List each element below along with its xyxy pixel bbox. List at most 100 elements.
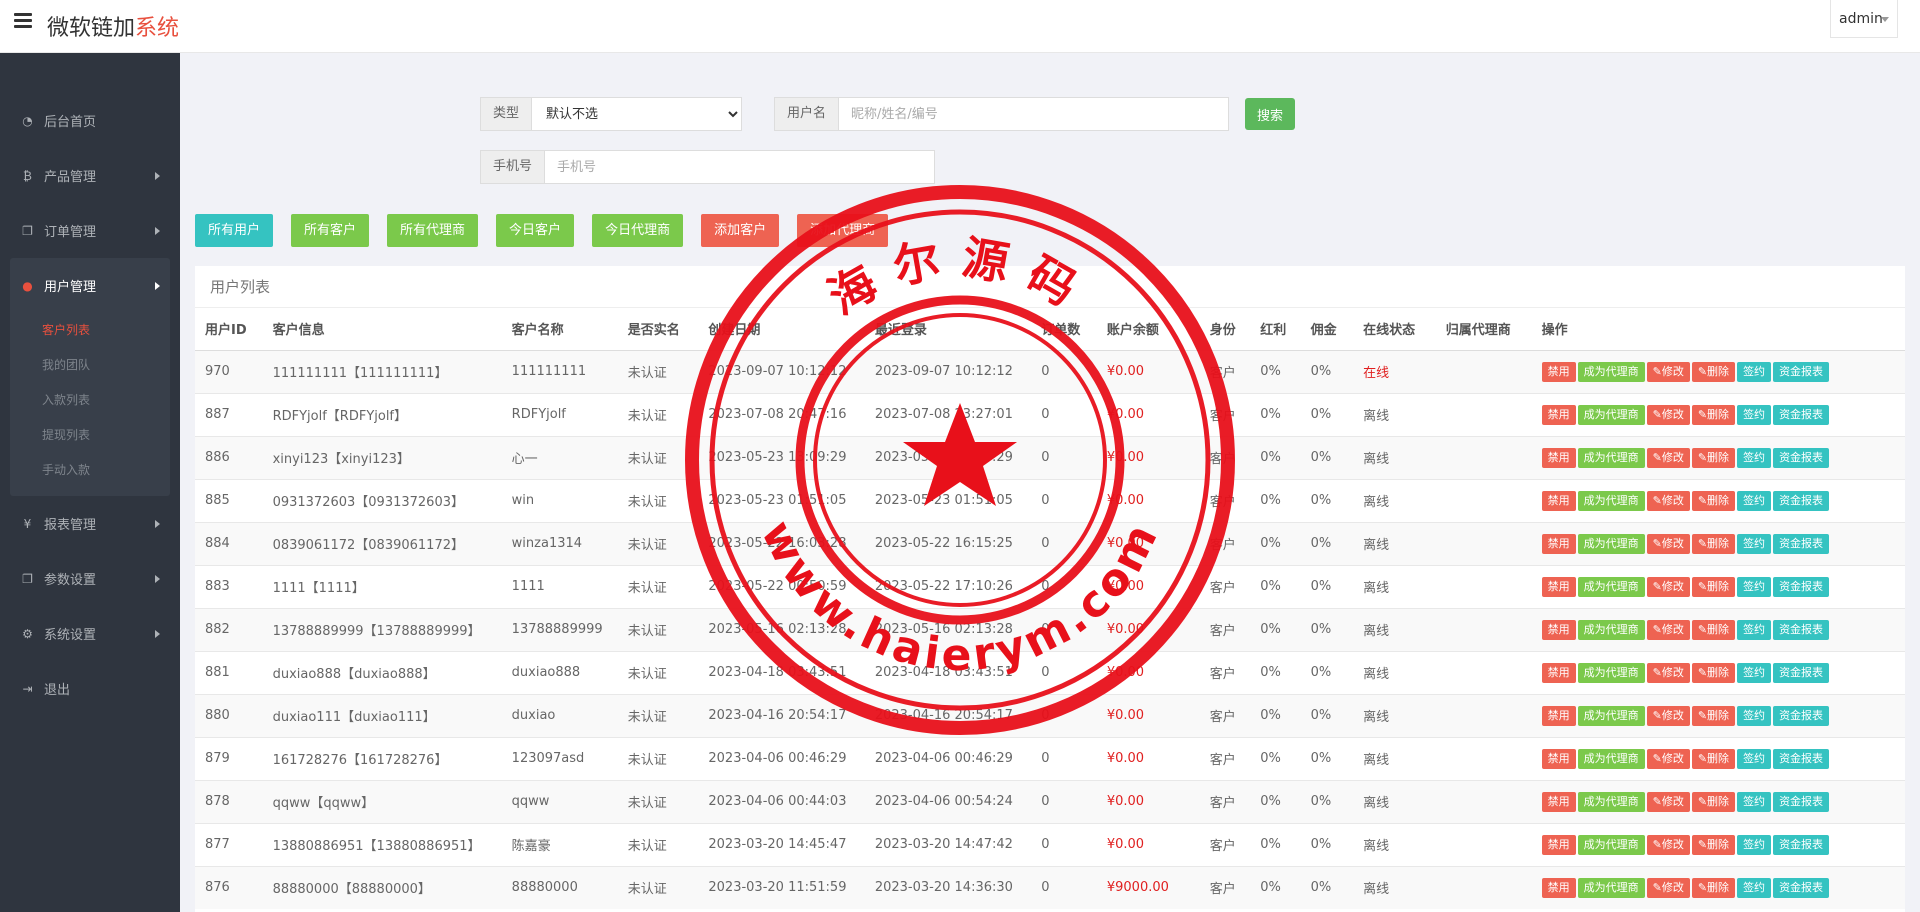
action-button[interactable]: ✎删除	[1691, 619, 1736, 640]
action-button[interactable]: ✎修改	[1646, 576, 1690, 597]
action-button[interactable]: ✎修改	[1646, 834, 1690, 855]
action-button[interactable]: 资金报表	[1773, 361, 1830, 382]
action-button[interactable]: 资金报表	[1773, 490, 1830, 511]
action-button[interactable]: 签约	[1737, 877, 1772, 898]
sidebar-item[interactable]: ❐ 参数设置	[0, 551, 180, 606]
filter-button[interactable]: 添加代理商	[797, 214, 889, 247]
action-button[interactable]: ✎修改	[1646, 705, 1690, 726]
action-button[interactable]: ✎删除	[1691, 404, 1736, 425]
sidebar-item[interactable]: ⇥ 退出	[0, 661, 180, 716]
sidebar-subitem[interactable]: 提现列表	[10, 418, 170, 453]
sidebar-item[interactable]: ● 用户管理	[10, 258, 170, 313]
action-button[interactable]: 签约	[1737, 533, 1772, 554]
action-button[interactable]: 成为代理商	[1577, 576, 1645, 597]
filter-button[interactable]: 今日代理商	[592, 214, 684, 247]
action-button[interactable]: 资金报表	[1773, 791, 1830, 812]
user-menu[interactable]: admin	[1830, 0, 1898, 38]
type-select[interactable]: 默认不选	[532, 98, 742, 130]
action-button[interactable]: 成为代理商	[1577, 834, 1645, 855]
action-button[interactable]: 成为代理商	[1577, 748, 1645, 769]
action-button[interactable]: 成为代理商	[1577, 705, 1645, 726]
action-button[interactable]: ✎删除	[1691, 576, 1736, 597]
action-button[interactable]: ✎修改	[1646, 662, 1690, 683]
action-button[interactable]: ✎删除	[1691, 361, 1736, 382]
sidebar-subitem[interactable]: 手动入款	[10, 453, 170, 488]
action-button[interactable]: 禁用	[1541, 576, 1576, 597]
action-button[interactable]: 成为代理商	[1577, 404, 1645, 425]
action-button[interactable]: 资金报表	[1773, 705, 1830, 726]
action-button[interactable]: 禁用	[1541, 619, 1576, 640]
action-button[interactable]: 资金报表	[1773, 877, 1830, 898]
action-button[interactable]: 签约	[1737, 662, 1772, 683]
action-button[interactable]: 资金报表	[1773, 834, 1830, 855]
action-button[interactable]: 资金报表	[1773, 662, 1830, 683]
filter-button[interactable]: 添加客户	[701, 214, 780, 247]
action-button[interactable]: ✎删除	[1691, 533, 1736, 554]
action-button[interactable]: 禁用	[1541, 361, 1576, 382]
search-button[interactable]: 搜索	[1245, 98, 1296, 130]
action-button[interactable]: 签约	[1737, 361, 1772, 382]
action-button[interactable]: 禁用	[1541, 791, 1576, 812]
action-button[interactable]: ✎修改	[1646, 490, 1690, 511]
action-button[interactable]: 禁用	[1541, 490, 1576, 511]
action-button[interactable]: 签约	[1737, 447, 1772, 468]
action-button[interactable]: 禁用	[1541, 705, 1576, 726]
sidebar-item[interactable]: ❐ 订单管理	[0, 203, 180, 258]
sidebar-item[interactable]: ⚙ 系统设置	[0, 606, 180, 661]
action-button[interactable]: ✎修改	[1646, 404, 1690, 425]
action-button[interactable]: 成为代理商	[1577, 791, 1645, 812]
filter-button[interactable]: 所有代理商	[387, 214, 479, 247]
action-button[interactable]: 资金报表	[1773, 533, 1830, 554]
action-button[interactable]: ✎删除	[1691, 748, 1736, 769]
action-button[interactable]: 禁用	[1541, 447, 1576, 468]
action-button[interactable]: ✎修改	[1646, 447, 1690, 468]
action-button[interactable]: 资金报表	[1773, 447, 1830, 468]
action-button[interactable]: 资金报表	[1773, 748, 1830, 769]
action-button[interactable]: 签约	[1737, 576, 1772, 597]
action-button[interactable]: ✎删除	[1691, 877, 1736, 898]
action-button[interactable]: 成为代理商	[1577, 619, 1645, 640]
action-button[interactable]: 签约	[1737, 619, 1772, 640]
action-button[interactable]: ✎修改	[1646, 361, 1690, 382]
action-button[interactable]: 禁用	[1541, 662, 1576, 683]
action-button[interactable]: 签约	[1737, 748, 1772, 769]
phone-input[interactable]	[545, 151, 935, 183]
sidebar-subitem[interactable]: 客户列表	[10, 313, 170, 348]
action-button[interactable]: 资金报表	[1773, 619, 1830, 640]
action-button[interactable]: ✎删除	[1691, 490, 1736, 511]
action-button[interactable]: 禁用	[1541, 834, 1576, 855]
action-button[interactable]: ✎修改	[1646, 619, 1690, 640]
action-button[interactable]: 禁用	[1541, 404, 1576, 425]
action-button[interactable]: 签约	[1737, 834, 1772, 855]
action-button[interactable]: 资金报表	[1773, 404, 1830, 425]
action-button[interactable]: ✎删除	[1691, 662, 1736, 683]
action-button[interactable]: 签约	[1737, 404, 1772, 425]
filter-button[interactable]: 所有客户	[291, 214, 370, 247]
sidebar-item[interactable]: ₿ 产品管理	[0, 148, 180, 203]
sidebar-item[interactable]: ¥ 报表管理	[0, 496, 180, 551]
action-button[interactable]: ✎修改	[1646, 533, 1690, 554]
sidebar-item[interactable]: ◔ 后台首页	[0, 93, 180, 148]
action-button[interactable]: 签约	[1737, 791, 1772, 812]
action-button[interactable]: ✎删除	[1691, 834, 1736, 855]
action-button[interactable]: 成为代理商	[1577, 361, 1645, 382]
action-button[interactable]: ✎删除	[1691, 705, 1736, 726]
action-button[interactable]: 成为代理商	[1577, 662, 1645, 683]
action-button[interactable]: ✎删除	[1691, 791, 1736, 812]
menu-toggle-icon[interactable]	[14, 13, 32, 29]
action-button[interactable]: 资金报表	[1773, 576, 1830, 597]
action-button[interactable]: ✎修改	[1646, 877, 1690, 898]
action-button[interactable]: ✎删除	[1691, 447, 1736, 468]
action-button[interactable]: ✎修改	[1646, 748, 1690, 769]
filter-button[interactable]: 今日客户	[496, 214, 575, 247]
action-button[interactable]: 禁用	[1541, 748, 1576, 769]
action-button[interactable]: 签约	[1737, 490, 1772, 511]
action-button[interactable]: 成为代理商	[1577, 877, 1645, 898]
action-button[interactable]: 成为代理商	[1577, 490, 1645, 511]
action-button[interactable]: 成为代理商	[1577, 533, 1645, 554]
username-input[interactable]	[839, 98, 1229, 130]
sidebar-subitem[interactable]: 入款列表	[10, 383, 170, 418]
action-button[interactable]: 成为代理商	[1577, 447, 1645, 468]
action-button[interactable]: ✎修改	[1646, 791, 1690, 812]
sidebar-subitem[interactable]: 我的团队	[10, 348, 170, 383]
